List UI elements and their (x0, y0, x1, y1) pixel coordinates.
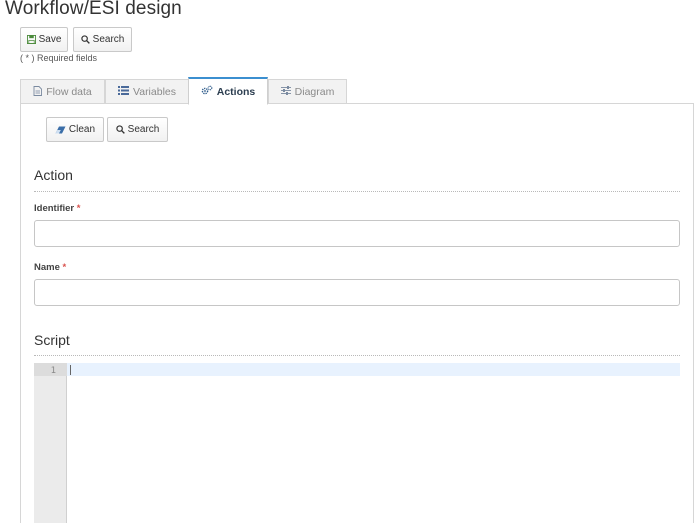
search-button[interactable]: Search (73, 27, 132, 52)
save-button-label: Save (38, 34, 62, 45)
required-fields-note: ( * ) Required fields (20, 53, 98, 63)
clean-button-label: Clean (68, 124, 96, 135)
name-input[interactable] (34, 279, 680, 306)
save-icon (26, 35, 36, 44)
tab-flow-data-label: Flow data (46, 86, 92, 98)
line-number-gutter: 1 (34, 363, 67, 523)
search-icon (115, 125, 125, 134)
tab-diagram-label: Diagram (294, 86, 335, 98)
script-section-title: Script (34, 332, 70, 348)
action-section-divider (34, 191, 680, 192)
identifier-input[interactable] (34, 220, 680, 247)
document-icon (33, 85, 43, 99)
save-button[interactable]: Save (20, 27, 68, 52)
list-icon (118, 86, 129, 98)
tab-actions-label: Actions (216, 85, 256, 98)
page-title: Workflow/ESI design (5, 0, 182, 19)
action-section-title: Action (34, 167, 73, 183)
tab-variables[interactable]: Variables (105, 79, 189, 104)
required-marker: * (76, 203, 81, 214)
sliders-icon (280, 86, 291, 98)
tab-variables-label: Variables (133, 86, 176, 98)
gears-icon (201, 85, 213, 98)
tab-flow-data[interactable]: Flow data (20, 79, 105, 104)
identifier-label-text: Identifier (34, 203, 75, 214)
search-button-label: Search (92, 34, 125, 45)
eraser-icon (55, 126, 66, 134)
tab-diagram[interactable]: Diagram (268, 79, 347, 104)
panel-search-button[interactable]: Search (107, 117, 168, 142)
identifier-label: Identifier * (34, 203, 80, 214)
clean-button[interactable]: Clean (46, 117, 104, 142)
search-icon (80, 35, 90, 44)
tab-actions[interactable]: Actions (188, 77, 268, 105)
line-number: 1 (50, 366, 56, 376)
active-line-highlight (67, 363, 680, 376)
script-section-divider (34, 355, 680, 356)
actions-panel: Clean Search Action Identifier * Name * … (20, 103, 694, 523)
script-editor[interactable]: 1 (34, 363, 680, 523)
name-label: Name * (34, 262, 66, 273)
panel-search-button-label: Search (127, 124, 160, 135)
text-cursor (70, 365, 71, 375)
name-label-text: Name (34, 262, 60, 273)
required-marker: * (62, 262, 67, 273)
